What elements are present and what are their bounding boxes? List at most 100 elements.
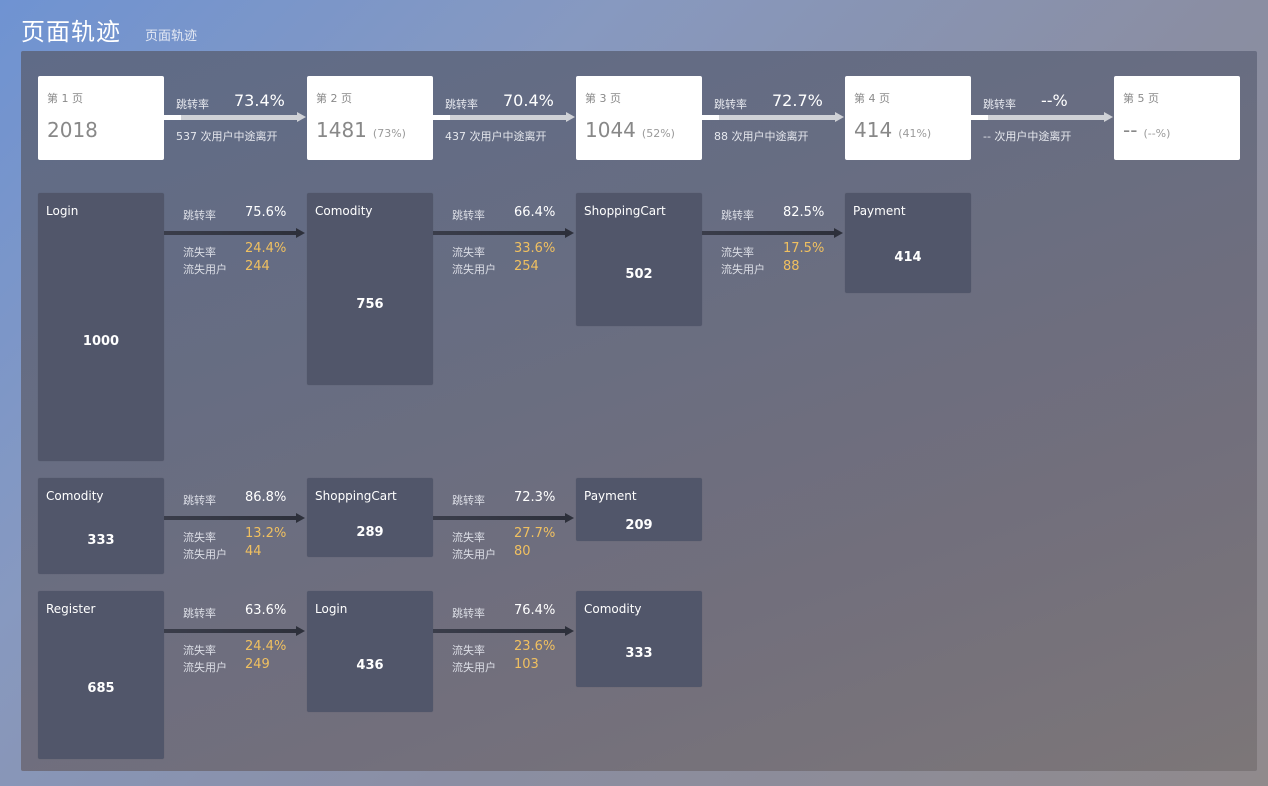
flow-line <box>164 629 296 633</box>
track-connector: 跳转率 66.4% 流失率 33.6% 流失用户 254 <box>433 205 577 285</box>
lost-users-value: 103 <box>514 657 539 672</box>
flow-bar-highlight <box>702 115 719 120</box>
jump-rate-value: 70.4% <box>503 91 554 110</box>
track-node[interactable]: Register 685 <box>38 591 164 759</box>
track-node-value: 333 <box>625 646 653 661</box>
page-step-title: 第 2 页 <box>316 92 352 105</box>
arrow-right-icon <box>296 228 305 238</box>
jump-rate-label: 跳转率 <box>452 494 485 507</box>
jump-rate-label: 跳转率 <box>445 98 478 111</box>
page-step-connector: 跳转率 73.4% 537 次用户中途离开 <box>164 76 307 160</box>
track-node[interactable]: Payment 414 <box>845 193 971 293</box>
jump-rate-value: 73.4% <box>234 91 285 110</box>
jump-rate-value: 72.3% <box>514 490 556 505</box>
track-node[interactable]: Login 1000 <box>38 193 164 461</box>
lost-users-value: 80 <box>514 544 531 559</box>
lost-users-label: 流失用户 <box>183 548 227 561</box>
track-node[interactable]: Comodity 333 <box>38 478 164 574</box>
users-left-text: -- 次用户中途离开 <box>983 130 1072 143</box>
track-node-value: 502 <box>625 267 653 282</box>
track-node-name: Payment <box>584 489 637 503</box>
page-step-card[interactable]: 第 3 页 1044 (52%) <box>576 76 702 160</box>
track-node-name: ShoppingCart <box>584 204 666 218</box>
track-connector: 跳转率 82.5% 流失率 17.5% 流失用户 88 <box>702 205 846 285</box>
track-connector: 跳转率 86.8% 流失率 13.2% 流失用户 44 <box>164 490 308 570</box>
lost-users-label: 流失用户 <box>452 263 496 276</box>
track-connector: 跳转率 72.3% 流失率 27.7% 流失用户 80 <box>433 490 577 570</box>
jump-rate-label: 跳转率 <box>452 209 485 222</box>
flow-bar <box>433 115 568 120</box>
flow-bar <box>971 115 1106 120</box>
lost-users-label: 流失用户 <box>183 661 227 674</box>
jump-rate-value: --% <box>1041 91 1068 110</box>
track-node[interactable]: Payment 209 <box>576 478 702 541</box>
loss-rate-label: 流失率 <box>452 644 485 657</box>
page-step-value: 414 (41%) <box>854 118 932 142</box>
page-step-connector: 跳转率 --% -- 次用户中途离开 <box>971 76 1114 160</box>
users-left-text: 88 次用户中途离开 <box>714 130 809 143</box>
track-node-name: Comodity <box>46 489 104 503</box>
lost-users-value: 244 <box>245 259 270 274</box>
arrow-right-icon <box>297 112 306 122</box>
loss-rate-value: 13.2% <box>245 526 287 541</box>
arrow-right-icon <box>296 513 305 523</box>
loss-rate-label: 流失率 <box>721 246 754 259</box>
loss-rate-value: 23.6% <box>514 639 556 654</box>
page-step-card[interactable]: 第 1 页 2018 <box>38 76 164 160</box>
page-step-percent: (--%) <box>1143 127 1171 140</box>
page-step-value: -- (--%) <box>1123 118 1171 142</box>
track-node[interactable]: Comodity 333 <box>576 591 702 687</box>
page-step-card[interactable]: 第 5 页 -- (--%) <box>1114 76 1240 160</box>
flow-line <box>164 516 296 520</box>
track-node[interactable]: Login 436 <box>307 591 433 712</box>
page-step-title: 第 4 页 <box>854 92 890 105</box>
arrow-right-icon <box>566 112 575 122</box>
track-node[interactable]: ShoppingCart 502 <box>576 193 702 326</box>
users-left-text: 537 次用户中途离开 <box>176 130 278 143</box>
jump-rate-label: 跳转率 <box>452 607 485 620</box>
lost-users-label: 流失用户 <box>452 661 496 674</box>
track-node-name: Login <box>46 204 79 218</box>
jump-rate-label: 跳转率 <box>183 607 216 620</box>
track-node[interactable]: ShoppingCart 289 <box>307 478 433 557</box>
page-step-connector: 跳转率 70.4% 437 次用户中途离开 <box>433 76 576 160</box>
page-step-value: 1044 (52%) <box>585 118 675 142</box>
track-node-value: 209 <box>625 518 653 533</box>
loss-rate-value: 24.4% <box>245 241 287 256</box>
track-node-name: Login <box>315 602 348 616</box>
flow-line <box>164 231 296 235</box>
jump-rate-value: 82.5% <box>783 205 825 220</box>
loss-rate-label: 流失率 <box>183 531 216 544</box>
page-step-value: 2018 <box>47 118 98 142</box>
lost-users-label: 流失用户 <box>721 263 765 276</box>
jump-rate-label: 跳转率 <box>983 98 1016 111</box>
jump-rate-label: 跳转率 <box>714 98 747 111</box>
users-left-text: 437 次用户中途离开 <box>445 130 547 143</box>
page-step-card[interactable]: 第 4 页 414 (41%) <box>845 76 971 160</box>
page-step-card[interactable]: 第 2 页 1481 (73%) <box>307 76 433 160</box>
lost-users-value: 249 <box>245 657 270 672</box>
page-step-percent: (73%) <box>372 127 406 140</box>
jump-rate-value: 66.4% <box>514 205 556 220</box>
track-node-value: 685 <box>87 681 115 696</box>
track-node-value: 756 <box>356 297 384 312</box>
loss-rate-value: 33.6% <box>514 241 556 256</box>
track-node-value: 414 <box>894 250 922 265</box>
loss-rate-label: 流失率 <box>452 246 485 259</box>
flow-bar-highlight <box>164 115 181 120</box>
flow-bar-highlight <box>433 115 450 120</box>
arrow-right-icon <box>835 112 844 122</box>
arrow-right-icon <box>834 228 843 238</box>
lost-users-label: 流失用户 <box>452 548 496 561</box>
track-node-name: Payment <box>853 204 906 218</box>
track-node-value: 436 <box>356 658 384 673</box>
track-node[interactable]: Comodity 756 <box>307 193 433 385</box>
lost-users-label: 流失用户 <box>183 263 227 276</box>
page-title: 页面轨迹 <box>21 18 121 46</box>
track-connector: 跳转率 63.6% 流失率 24.4% 流失用户 249 <box>164 603 308 683</box>
loss-rate-label: 流失率 <box>183 644 216 657</box>
loss-rate-label: 流失率 <box>452 531 485 544</box>
jump-rate-label: 跳转率 <box>176 98 209 111</box>
jump-rate-value: 86.8% <box>245 490 287 505</box>
page-step-percent: (52%) <box>641 127 675 140</box>
